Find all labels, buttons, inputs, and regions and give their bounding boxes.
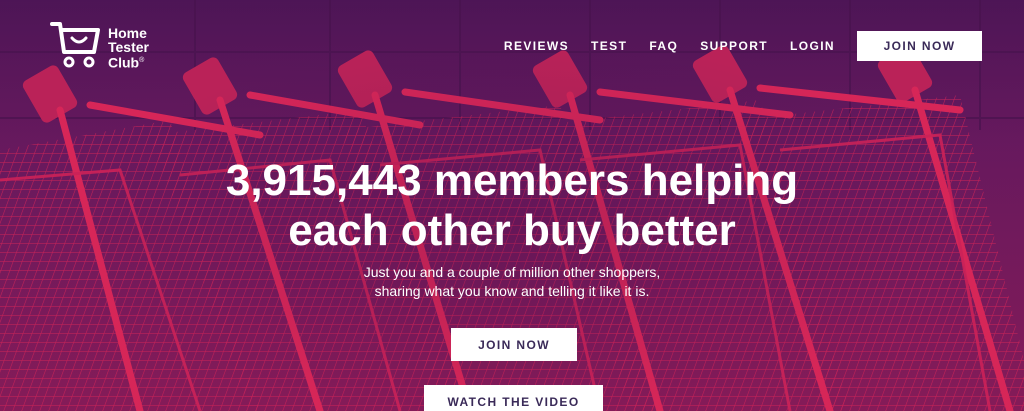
nav-support[interactable]: SUPPORT xyxy=(700,39,768,53)
watch-video-button[interactable]: WATCH THE VIDEO xyxy=(424,385,603,411)
hero-headline: 3,915,443 members helping each other buy… xyxy=(0,156,1024,256)
hero-headline-line-1: 3,915,443 members helping xyxy=(225,156,799,205)
hero-subheading-line-2: sharing what you know and telling it lik… xyxy=(374,283,650,299)
nav-reviews[interactable]: REVIEWS xyxy=(504,39,569,53)
shopping-cart-icon xyxy=(50,22,100,68)
hero-headline-line-2: each other buy better xyxy=(288,206,736,255)
nav-faq[interactable]: FAQ xyxy=(649,39,678,53)
nav-join-now-button[interactable]: JOIN NOW xyxy=(857,31,982,61)
logo-line-home: Home xyxy=(108,25,147,41)
registered-mark: ® xyxy=(139,57,145,64)
logo-wordmark: Home Tester Club® xyxy=(108,26,149,70)
nav-test[interactable]: TEST xyxy=(591,39,627,53)
nav-login[interactable]: LOGIN xyxy=(790,39,835,53)
hero-subheading: Just you and a couple of million other s… xyxy=(0,263,1024,301)
hero-subheading-line-1: Just you and a couple of million other s… xyxy=(363,264,661,280)
logo-line-club: Club® xyxy=(108,54,145,71)
logo-line-tester: Tester xyxy=(108,39,149,55)
home-tester-club-logo[interactable]: Home Tester Club® xyxy=(48,18,188,72)
hero-join-now-button[interactable]: JOIN NOW xyxy=(451,328,577,361)
main-nav: REVIEWS TEST FAQ SUPPORT LOGIN JOIN NOW xyxy=(504,31,982,61)
